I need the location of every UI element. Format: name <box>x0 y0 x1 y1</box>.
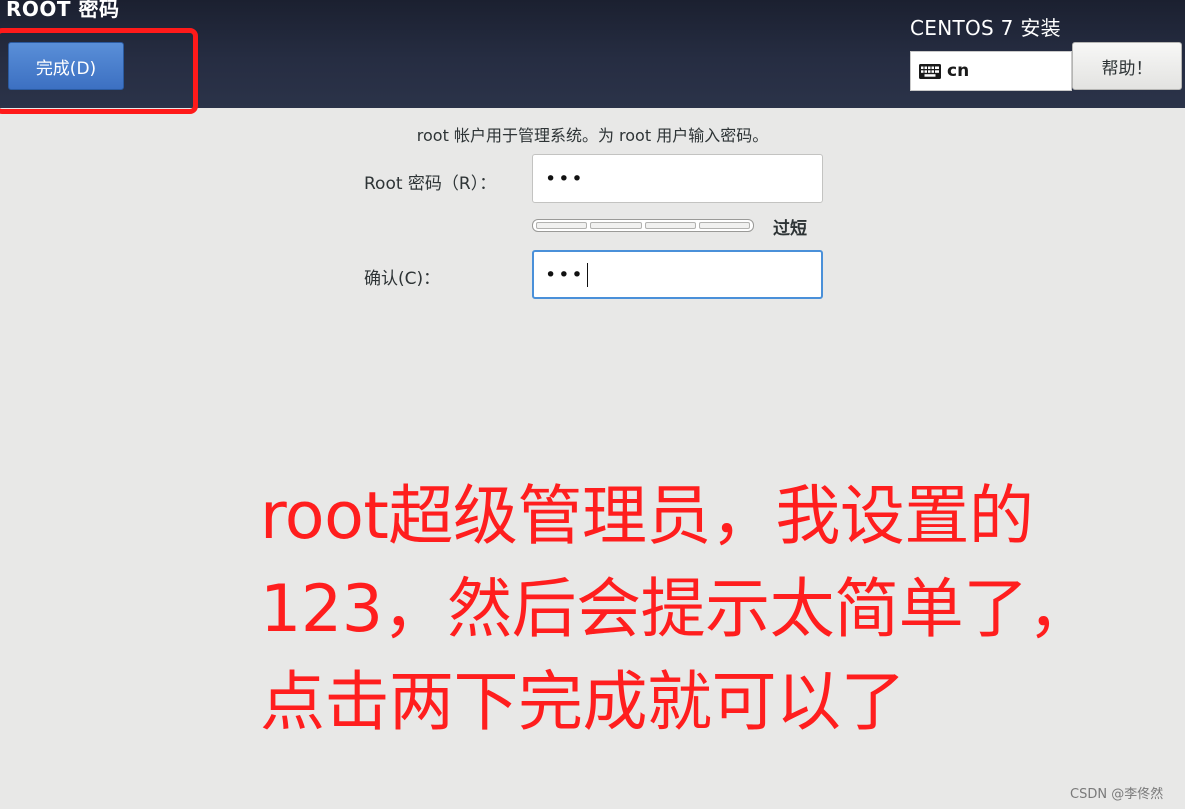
root-password-value: ••• <box>545 167 585 190</box>
password-strength-bar <box>532 219 754 232</box>
confirm-password-value: ••• <box>545 263 585 286</box>
description-text: root 帐户用于管理系统。为 root 用户输入密码。 <box>416 126 769 145</box>
product-title: CENTOS 7 安装 <box>910 16 1061 40</box>
password-strength-label: 过短 <box>773 219 807 239</box>
keyboard-layout-indicator[interactable]: cn <box>910 51 1072 91</box>
strength-segment <box>698 222 750 229</box>
keyboard-icon <box>919 63 941 79</box>
done-button[interactable]: 完成(D) <box>8 42 124 90</box>
annotation-text: root超级管理员，我设置的 123，然后会提示太简单了， 点击两下完成就可以了 <box>260 470 1160 749</box>
annotation-line: 点击两下完成就可以了 <box>260 665 906 740</box>
strength-segment <box>590 222 642 229</box>
annotation-line: root超级管理员，我设置的 <box>260 479 1034 554</box>
text-caret <box>586 262 588 287</box>
root-password-field[interactable]: ••• <box>532 154 823 203</box>
root-password-label: Root 密码（R）： <box>364 174 497 194</box>
strength-segment <box>644 222 696 229</box>
spoke-title: ROOT 密码 <box>6 0 120 21</box>
help-button[interactable]: 帮助！ <box>1072 42 1182 90</box>
watermark: CSDN @李佟然 <box>1070 787 1164 802</box>
header-bar: ROOT 密码 完成(D) CENTOS 7 安装 cn 帮助！ <box>0 0 1185 114</box>
keyboard-layout-label: cn <box>947 61 970 81</box>
confirm-password-field[interactable]: ••• <box>532 250 823 299</box>
annotation-line: 123，然后会提示太简单了， <box>260 572 1093 647</box>
strength-segment <box>536 222 588 229</box>
confirm-password-label: 确认(C)： <box>364 269 441 289</box>
